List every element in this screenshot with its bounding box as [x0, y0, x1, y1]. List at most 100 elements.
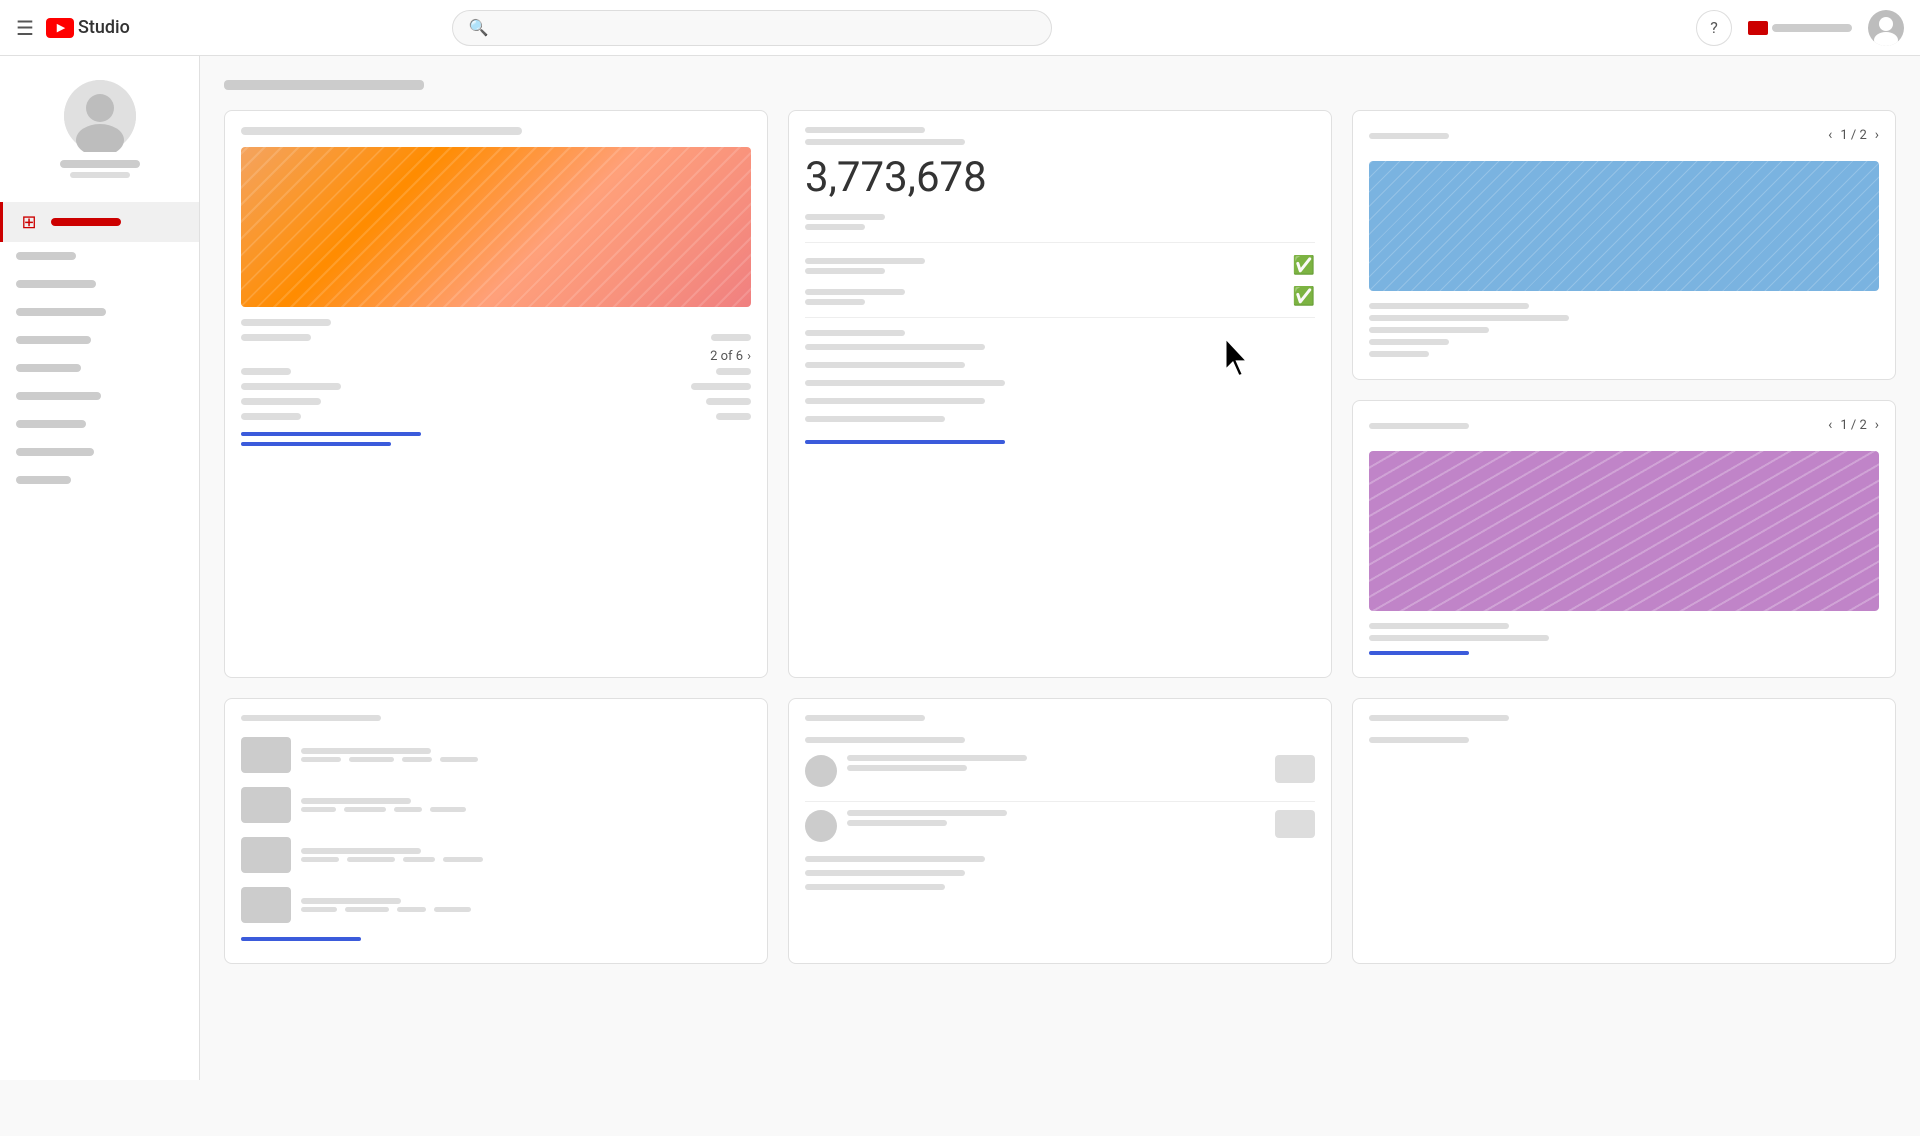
sidebar-item-label	[16, 308, 106, 316]
video-stat	[301, 907, 337, 912]
pagination-text: 1 / 2	[1840, 128, 1866, 143]
text-bar	[1369, 635, 1549, 641]
youtube-logo: Studio	[46, 17, 130, 38]
sidebar-item-settings[interactable]	[0, 466, 199, 494]
video-stat	[345, 907, 389, 912]
sidebar-item-label	[16, 336, 91, 344]
card-header-bar	[241, 715, 381, 721]
video-stat	[440, 757, 478, 762]
prev-arrow[interactable]: ‹	[1828, 127, 1832, 143]
card-analytics: 3,773,678 ✅	[788, 110, 1332, 678]
check-icon: ✅	[1293, 286, 1315, 307]
list-text-col	[805, 289, 1293, 305]
sidebar-name-bar	[60, 160, 140, 168]
comment-action-btn[interactable]	[1275, 755, 1315, 783]
prev-arrow[interactable]: ‹	[1828, 417, 1832, 433]
dashboard-icon: ⊞	[19, 212, 39, 232]
help-button[interactable]: ?	[1696, 10, 1732, 46]
search-bar[interactable]: 🔍	[452, 10, 1052, 46]
list-bar	[805, 299, 865, 305]
bottom-bars	[805, 344, 1315, 428]
bottom-bar	[805, 362, 965, 368]
analytics-progress-bar	[805, 440, 1005, 444]
card-thumbnail-orange	[241, 147, 751, 307]
video-meta	[301, 798, 751, 812]
card-stat-rows: 2 of 6 ›	[241, 319, 751, 420]
sidebar-item-dashboard[interactable]: ⊞	[0, 202, 199, 242]
stat-bar	[241, 368, 291, 375]
extra-bar	[805, 884, 945, 890]
comment-action-btn[interactable]	[1275, 810, 1315, 838]
video-stat	[344, 807, 386, 812]
comment-item	[805, 810, 1315, 842]
sidebar-item-label	[16, 476, 71, 484]
cards-grid: 2 of 6 ›	[224, 110, 1896, 678]
thumbnail-image-purple	[1369, 451, 1879, 611]
list-bar	[805, 289, 905, 295]
menu-icon[interactable]: ☰	[16, 16, 34, 40]
progress-bar	[1369, 651, 1469, 655]
text-bar	[1369, 339, 1449, 345]
card-featured-top: ‹ 1 / 2 ›	[1352, 110, 1896, 380]
video-stat	[443, 857, 483, 862]
sidebar-item-playlists[interactable]	[0, 270, 199, 298]
list-text-col	[805, 258, 1293, 274]
separator	[805, 317, 1315, 318]
sidebar-item-videos[interactable]	[0, 242, 199, 270]
video-list-item	[241, 887, 751, 923]
card-text-bars	[1369, 303, 1879, 357]
text-bar	[1369, 737, 1469, 743]
text-bar	[1369, 351, 1429, 357]
check-icon: ✅	[1293, 255, 1315, 276]
sidebar-item-subtitles[interactable]	[0, 354, 199, 382]
account-avatar[interactable]	[1868, 10, 1904, 46]
progress-bar-1	[241, 432, 421, 436]
comment-content	[847, 810, 1265, 830]
separator	[805, 242, 1315, 243]
card-video-list	[224, 698, 768, 964]
sidebar-item-monetization[interactable]	[0, 382, 199, 410]
stat-bar	[716, 413, 751, 420]
comment-bar	[847, 765, 967, 771]
search-icon: 🔍	[469, 18, 489, 37]
sidebar-item-label	[16, 420, 86, 428]
stat-row	[241, 398, 751, 405]
big-number: 3,773,678	[805, 153, 1315, 202]
video-stat	[394, 807, 422, 812]
sidebar-item-analytics[interactable]	[0, 298, 199, 326]
card-comments	[788, 698, 1332, 964]
flag-icon	[1748, 21, 1768, 35]
sidebar-item-audio[interactable]	[0, 438, 199, 466]
video-stats-row	[301, 757, 751, 762]
list-bar	[805, 268, 885, 274]
progress-bar	[241, 937, 361, 941]
video-title-bar	[301, 748, 431, 754]
bottom-bar	[805, 380, 1005, 386]
card-overview: 2 of 6 ›	[224, 110, 768, 678]
stat-bar	[691, 383, 751, 390]
video-stat	[402, 757, 432, 762]
pagination-text: 1 / 2	[1840, 418, 1866, 433]
video-title-bar	[301, 898, 401, 904]
next-arrow[interactable]: ›	[1875, 417, 1879, 433]
small-bar	[805, 330, 905, 336]
card-label-bar	[1369, 133, 1449, 139]
video-stat	[430, 807, 466, 812]
comment-bar	[847, 755, 1027, 761]
header-left: ☰ Studio	[16, 16, 130, 40]
list-item-row: ✅	[805, 286, 1315, 307]
search-input[interactable]	[497, 20, 1035, 36]
bottom-bar	[805, 344, 985, 350]
chevron-right-icon[interactable]: ›	[747, 349, 751, 364]
sidebar-item-comments[interactable]	[0, 326, 199, 354]
next-arrow[interactable]: ›	[1875, 127, 1879, 143]
video-stat	[301, 757, 341, 762]
list-item-row: ✅	[805, 255, 1315, 276]
sidebar-item-label	[51, 218, 121, 226]
list-item-left	[805, 289, 1293, 305]
comment-bar	[847, 820, 947, 826]
card-text-bars	[1369, 623, 1879, 641]
account-name-bar	[1772, 24, 1852, 32]
small-bar	[805, 214, 885, 220]
sidebar-item-customization[interactable]	[0, 410, 199, 438]
